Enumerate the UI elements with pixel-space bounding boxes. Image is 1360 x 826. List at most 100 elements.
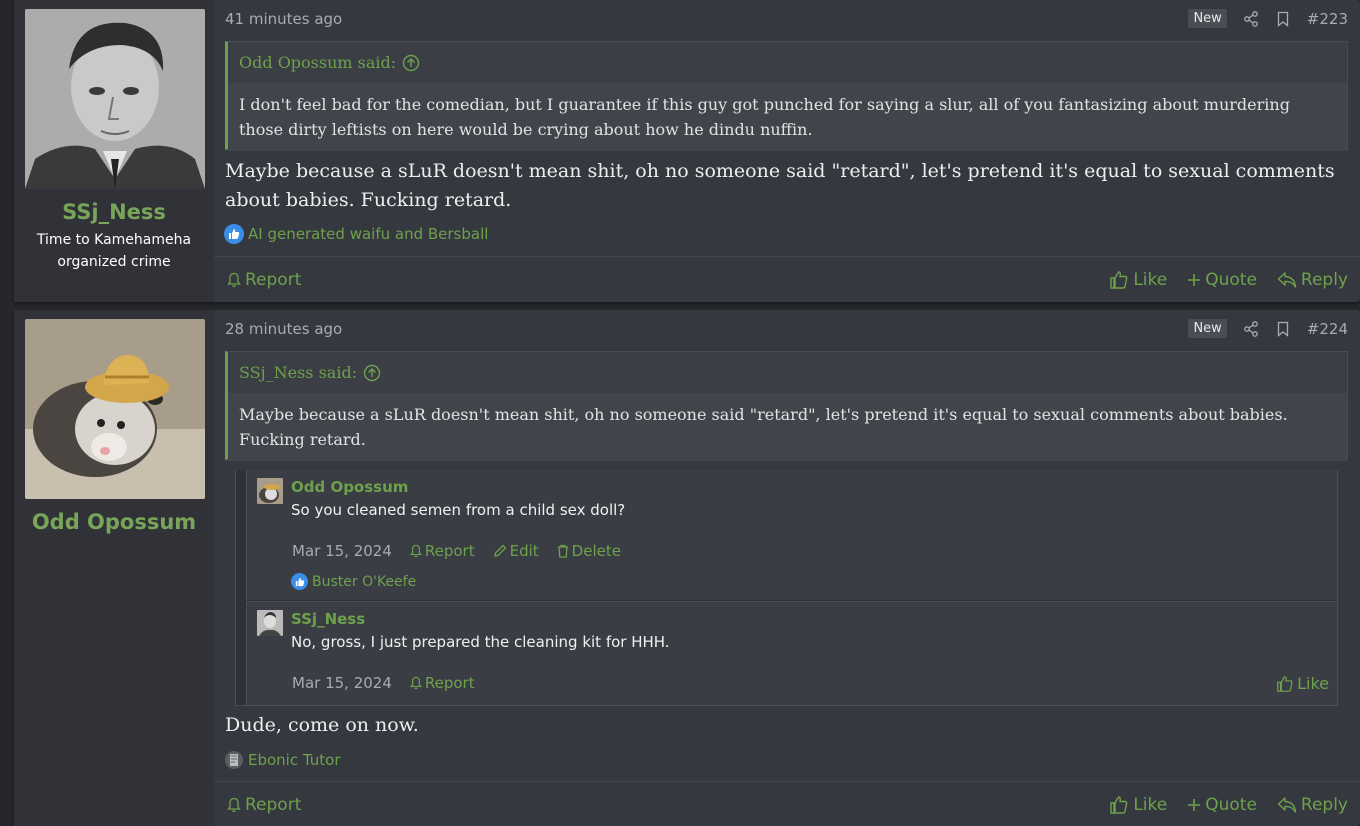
bell-icon: [409, 544, 422, 558]
comment-reactions[interactable]: Buster O'Keefe: [291, 573, 416, 590]
bell-icon: [227, 272, 241, 288]
comment-author[interactable]: SSj_Ness: [291, 610, 365, 628]
comment-like-button[interactable]: Like: [1276, 674, 1329, 693]
comment-delete-button[interactable]: Delete: [557, 542, 621, 560]
share-icon[interactable]: [1243, 320, 1259, 337]
reply-arrow-icon: [1277, 796, 1297, 814]
reactions-bar[interactable]: AI generated waifu and Bersball: [224, 224, 488, 244]
post-main: 41 minutes ago New #223 Odd Opossum said…: [214, 0, 1360, 302]
post-meta-actions: New #224: [1188, 319, 1348, 338]
post-time[interactable]: 41 minutes ago: [225, 10, 342, 28]
comment-text: No, gross, I just prepared the cleaning …: [291, 633, 670, 651]
like-label[interactable]: Like: [1297, 674, 1329, 693]
thumbs-up-icon: [1109, 270, 1129, 290]
quote-block: SSj_Ness said: Maybe because a sLuR does…: [225, 351, 1348, 461]
like-button[interactable]: Like: [1109, 270, 1167, 290]
thumbs-up-icon: [1109, 795, 1129, 815]
quote-text: Maybe because a sLuR doesn't mean shit, …: [228, 393, 1347, 461]
post-time[interactable]: 28 minutes ago: [225, 320, 342, 338]
thumbs-up-icon: [1276, 675, 1294, 693]
edit-label[interactable]: Edit: [510, 542, 539, 560]
post-main: 28 minutes ago New #224 SSj_Ness said: M…: [214, 310, 1360, 826]
comment-date[interactable]: Mar 15, 2024: [292, 674, 392, 692]
comment: SSj_Ness No, gross, I just prepared the …: [246, 601, 1337, 705]
new-badge: New: [1188, 9, 1227, 28]
quote-block: Odd Opossum said: I don't feel bad for t…: [225, 41, 1348, 151]
arrow-up-circle-icon[interactable]: [402, 54, 420, 72]
quote-header[interactable]: Odd Opossum said:: [228, 42, 1347, 83]
comment-thread: Odd Opossum So you cleaned semen from a …: [235, 470, 1338, 706]
reactions-text[interactable]: Ebonic Tutor: [248, 751, 340, 769]
post-actions: Like Quote Reply: [1109, 257, 1348, 303]
report-label[interactable]: Report: [425, 542, 475, 560]
post-meta-actions: New #223: [1188, 9, 1348, 28]
comment-avatar[interactable]: [257, 610, 283, 636]
user-title-line1: Time to Kamehameha: [36, 232, 192, 248]
trash-icon: [557, 544, 569, 558]
bookmark-icon[interactable]: [1275, 321, 1291, 337]
like-reaction-icon: [291, 573, 308, 590]
quote-author[interactable]: SSj_Ness said:: [239, 363, 357, 382]
post-number[interactable]: #224: [1307, 320, 1348, 338]
quote-author[interactable]: Odd Opossum said:: [239, 53, 396, 72]
arrow-up-circle-icon[interactable]: [363, 364, 381, 382]
share-icon[interactable]: [1243, 10, 1259, 27]
report-label[interactable]: Report: [245, 270, 301, 290]
report-label[interactable]: Report: [245, 795, 301, 815]
post-body: Maybe because a sLuR doesn't mean shit, …: [225, 160, 1335, 211]
quote-label[interactable]: Quote: [1205, 795, 1257, 815]
comment-report-button[interactable]: Report: [409, 542, 475, 560]
post-224: Odd Opossum 28 minutes ago New #224 SSj_…: [14, 310, 1360, 826]
comment-report-button[interactable]: Report: [409, 674, 475, 692]
avatar-ssj-ness[interactable]: [25, 9, 205, 189]
post-actions: Like Quote Reply: [1109, 782, 1348, 826]
quote-label[interactable]: Quote: [1205, 270, 1257, 290]
ebonic-tutor-reaction-icon: [224, 750, 244, 770]
comment-reactions-text[interactable]: Buster O'Keefe: [312, 574, 416, 590]
plus-icon: [1187, 798, 1201, 812]
reply-label[interactable]: Reply: [1301, 795, 1348, 815]
plus-icon: [1187, 273, 1201, 287]
user-title-line2: organized crime: [57, 254, 171, 270]
quote-header[interactable]: SSj_Ness said:: [228, 352, 1347, 393]
post-number[interactable]: #223: [1307, 10, 1348, 28]
comment-actions: Mar 15, 2024 Report Edit Delete: [292, 542, 621, 560]
quote-text: I don't feel bad for the comedian, but I…: [228, 83, 1347, 151]
comment-date[interactable]: Mar 15, 2024: [292, 542, 392, 560]
quote-button[interactable]: Quote: [1187, 795, 1257, 815]
quote-button[interactable]: Quote: [1187, 270, 1257, 290]
username[interactable]: Odd Opossum: [14, 510, 214, 534]
reactions-text[interactable]: AI generated waifu and Bersball: [248, 225, 488, 243]
reply-label[interactable]: Reply: [1301, 270, 1348, 290]
reply-button[interactable]: Reply: [1277, 270, 1348, 290]
username[interactable]: SSj_Ness: [14, 200, 214, 224]
comment-edit-button[interactable]: Edit: [493, 542, 539, 560]
comment-avatar[interactable]: [257, 478, 283, 504]
post-user-sidebar: SSj_Ness Time to Kamehameha organized cr…: [14, 0, 214, 302]
comment: Odd Opossum So you cleaned semen from a …: [246, 470, 1337, 600]
like-reaction-icon: [224, 224, 244, 244]
delete-label[interactable]: Delete: [572, 542, 621, 560]
post-footer: Report Like Quote Reply: [214, 781, 1360, 826]
comment-text: So you cleaned semen from a child sex do…: [291, 501, 626, 519]
comment-author[interactable]: Odd Opossum: [291, 478, 408, 496]
reactions-bar[interactable]: Ebonic Tutor: [224, 750, 340, 770]
like-label[interactable]: Like: [1133, 795, 1167, 815]
avatar-odd-opossum[interactable]: [25, 319, 205, 499]
like-label[interactable]: Like: [1133, 270, 1167, 290]
report-action[interactable]: Report: [227, 782, 301, 826]
like-button[interactable]: Like: [1109, 795, 1167, 815]
post-footer: Report Like Quote Reply: [214, 256, 1360, 302]
post-223: SSj_Ness Time to Kamehameha organized cr…: [14, 0, 1360, 302]
comment-actions: Mar 15, 2024 Report: [292, 674, 475, 692]
post-user-sidebar: Odd Opossum: [14, 310, 214, 826]
reply-button[interactable]: Reply: [1277, 795, 1348, 815]
bookmark-icon[interactable]: [1275, 11, 1291, 27]
bell-icon: [227, 797, 241, 813]
report-action[interactable]: Report: [227, 257, 301, 303]
post-body: Dude, come on now.: [225, 714, 419, 736]
bell-icon: [409, 676, 422, 690]
report-label[interactable]: Report: [425, 674, 475, 692]
reply-arrow-icon: [1277, 271, 1297, 289]
pencil-icon: [493, 544, 507, 558]
